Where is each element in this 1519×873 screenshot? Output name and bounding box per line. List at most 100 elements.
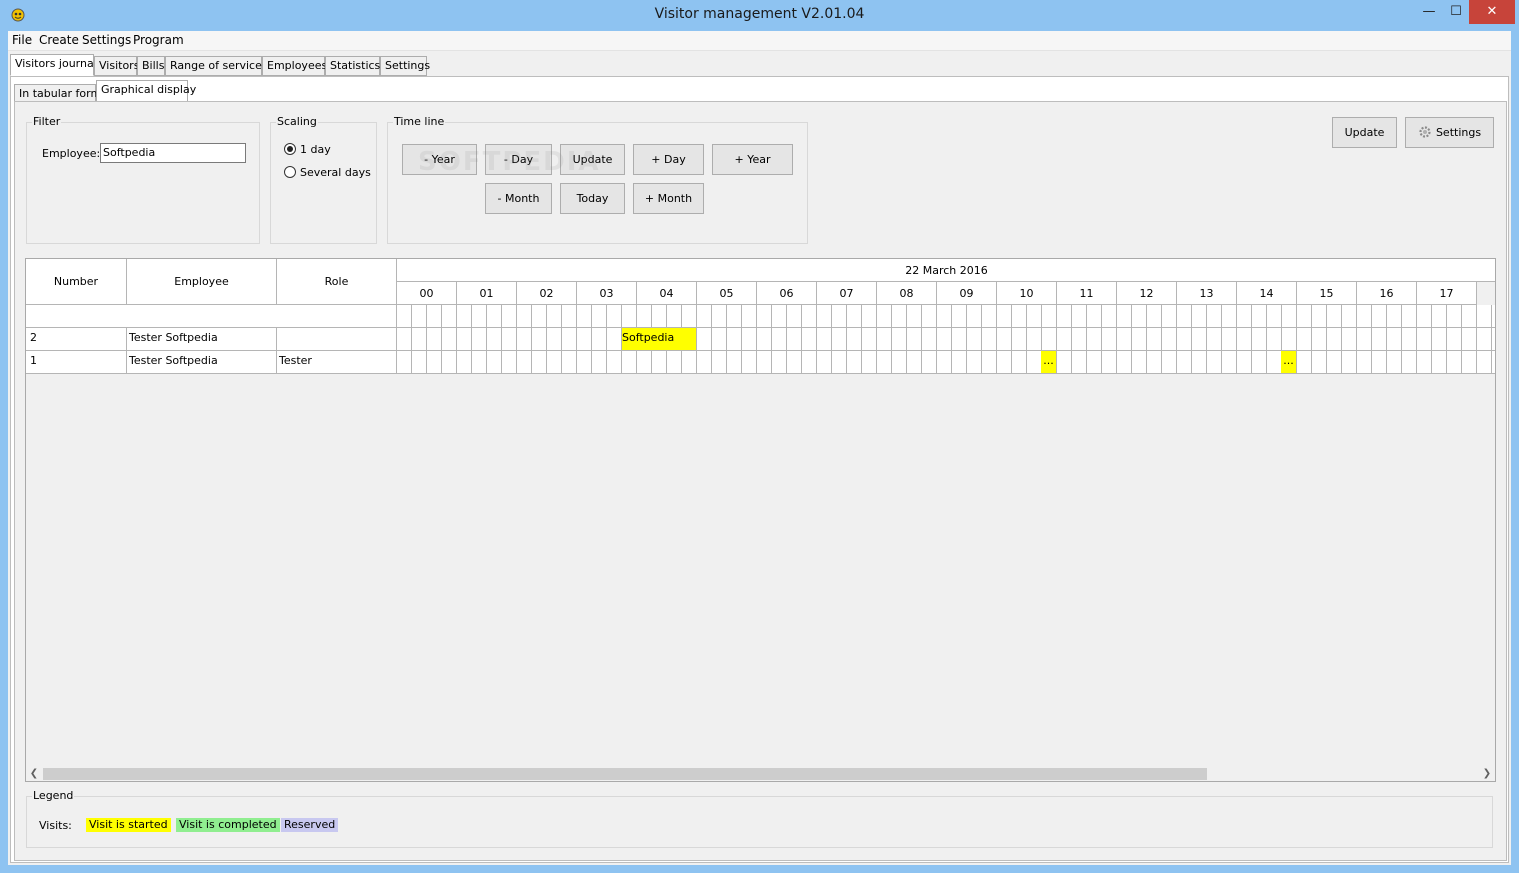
timeline-slot[interactable] [1477,351,1492,374]
close-icon[interactable]: ✕ [1469,0,1515,24]
timeline-slot[interactable] [1087,305,1102,328]
timeline-slot[interactable] [412,351,427,374]
timeline-slot[interactable] [1117,351,1132,374]
timeline-slot[interactable] [697,305,712,328]
timeline-slot[interactable] [1177,328,1192,351]
timeline-slot[interactable] [772,305,787,328]
timeline-slot[interactable] [1462,305,1477,328]
timeline-slot[interactable] [547,305,562,328]
timeline-slot[interactable] [1432,351,1447,374]
timeline-slot[interactable] [787,328,802,351]
timeline-slot[interactable] [652,305,667,328]
timeline-slot[interactable] [817,351,832,374]
timeline-slot[interactable] [802,351,817,374]
row-1-employee[interactable]: Tester Softpedia [127,328,277,351]
timeline-slot[interactable] [907,351,922,374]
timeline-slot[interactable] [997,305,1012,328]
timeline-slot[interactable] [742,305,757,328]
timeline-slot[interactable] [787,351,802,374]
timeline-slot[interactable] [1057,328,1072,351]
timeline-slot[interactable] [712,328,727,351]
timeline-slot[interactable] [1342,305,1357,328]
row-2-number[interactable]: 1 [26,351,127,374]
minimize-icon[interactable]: — [1414,0,1444,26]
row-1-number[interactable]: 2 [26,328,127,351]
header-role[interactable]: Role [277,259,397,305]
timeline-slot[interactable] [952,328,967,351]
timeline-slot[interactable] [727,328,742,351]
scaling-1-day-radio[interactable]: 1 day [284,143,331,156]
timeline-slot[interactable] [982,351,997,374]
timeline-slot[interactable] [1237,328,1252,351]
timeline-slot[interactable] [982,328,997,351]
timeline-slot[interactable] [397,328,412,351]
timeline-slot[interactable] [1342,351,1357,374]
timeline-slot[interactable] [862,305,877,328]
timeline-slot[interactable] [1357,351,1372,374]
timeline-slot[interactable] [1417,328,1432,351]
tab-graphical-display[interactable]: Graphical display [96,80,196,102]
timeline-slot[interactable] [487,328,502,351]
timeline-slot[interactable] [1282,305,1297,328]
timeline-slot[interactable] [712,351,727,374]
timeline-slot[interactable] [1297,305,1312,328]
timeline-slot[interactable] [1327,328,1342,351]
timeline-slot[interactable] [907,305,922,328]
visit-bar-started[interactable]: Softpedia [622,328,696,350]
timeline-slot[interactable] [1102,328,1117,351]
timeline-slot[interactable] [1072,305,1087,328]
timeline-slot[interactable] [847,328,862,351]
visit-bar-small-2[interactable]: ... [1281,351,1296,373]
timeline-slot[interactable] [547,351,562,374]
header-number[interactable]: Number [26,259,127,305]
timeline-slot[interactable] [517,351,532,374]
timeline-slot[interactable] [1177,351,1192,374]
timeline-slot[interactable] [592,305,607,328]
timeline-slot[interactable] [607,351,622,374]
timeline-slot[interactable] [1162,305,1177,328]
timeline-slot[interactable] [1012,351,1027,374]
timeline-slot[interactable] [397,305,412,328]
timeline-slot[interactable] [1087,351,1102,374]
timeline-slot[interactable] [757,305,772,328]
timeline-slot[interactable] [1447,328,1462,351]
timeline-slot[interactable] [547,328,562,351]
timeline-slot[interactable] [1447,351,1462,374]
timeline-slot[interactable] [502,305,517,328]
timeline-slot[interactable] [1402,328,1417,351]
timeline-slot[interactable] [667,351,682,374]
menu-file[interactable]: File [12,33,32,47]
timeline-slot[interactable] [1222,351,1237,374]
timeline-slot[interactable] [472,328,487,351]
timeline-slot[interactable] [1402,305,1417,328]
timeline-slot[interactable] [1237,305,1252,328]
timeline-slot[interactable] [1492,351,1495,374]
timeline-slot[interactable] [1027,328,1042,351]
timeline-slot[interactable] [922,305,937,328]
timeline-slot[interactable] [562,351,577,374]
timeline-slot[interactable] [577,328,592,351]
timeline-slot[interactable] [847,351,862,374]
timeline-slot[interactable] [697,351,712,374]
timeline-slot[interactable] [832,328,847,351]
timeline-slot[interactable] [1207,328,1222,351]
timeline-slot[interactable] [502,351,517,374]
timeline-slot[interactable] [997,351,1012,374]
timeline-slot[interactable] [1087,328,1102,351]
timeline-slot[interactable] [442,305,457,328]
timeline-slot[interactable] [457,305,472,328]
timeline-slot[interactable] [1012,328,1027,351]
timeline-slot[interactable] [607,328,622,351]
timeline-slot[interactable] [982,305,997,328]
timeline-slot[interactable] [892,328,907,351]
tab-range-of-services[interactable]: Range of services [165,56,268,76]
timeline-slot[interactable] [1402,351,1417,374]
timeline-slot[interactable] [682,351,697,374]
maximize-icon[interactable]: ☐ [1441,0,1471,26]
timeline-slot[interactable] [1432,305,1447,328]
timeline-slot[interactable] [1072,328,1087,351]
timeline-slot[interactable] [457,328,472,351]
timeline-slot[interactable] [517,305,532,328]
timeline-slot[interactable] [427,305,442,328]
timeline-slot[interactable] [1357,305,1372,328]
